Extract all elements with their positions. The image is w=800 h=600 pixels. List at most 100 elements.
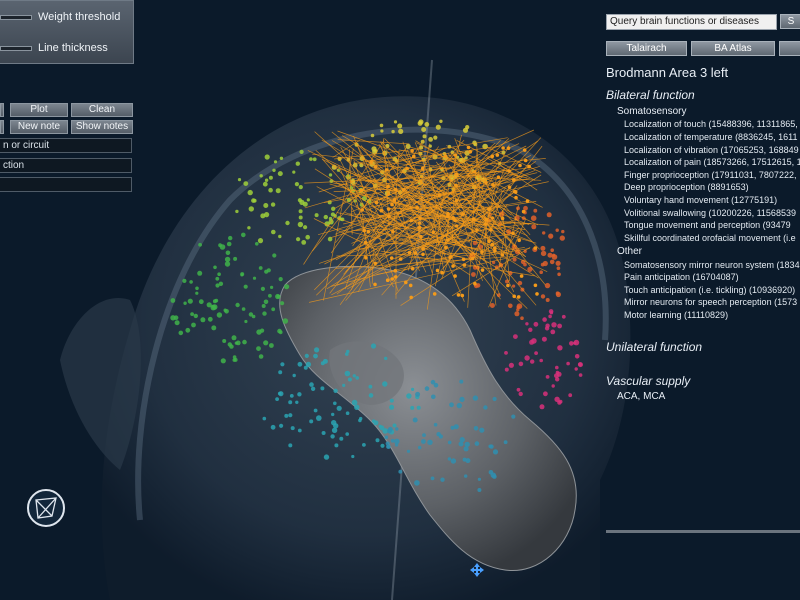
node-dot [213,265,217,270]
list-item[interactable]: Voluntary hand movement (12775191) [624,195,800,205]
node-dot [420,166,425,171]
node-dot [559,235,565,241]
weight-threshold-label: Weight threshold [38,11,121,23]
list-item[interactable]: Mirror neurons for speech perception (15… [624,297,800,307]
node-dot [446,238,450,242]
node-dot [262,311,267,316]
list-item[interactable]: Pain anticipation (16704087) [624,272,800,282]
node-dot [368,393,374,398]
node-dot [542,231,546,235]
node-dot [548,314,552,319]
node-dot [549,311,554,315]
list-item[interactable]: Localization of temperature (8836245, 16… [624,132,800,142]
node-dot [487,239,491,243]
node-dot [278,370,283,375]
slider-track[interactable] [0,14,32,20]
node-dot [277,171,283,177]
list-item[interactable]: Tongue movement and perception (93479 [624,220,800,230]
node-dot [272,253,277,258]
node-dot [386,192,391,196]
list-item[interactable]: Volitional swallowing (10200226, 1156853… [624,208,800,218]
slider-track[interactable] [0,45,32,51]
node-dot [370,133,375,138]
line-thickness-slider[interactable]: Line thickness [0,40,108,56]
app-logo-icon[interactable] [27,489,65,527]
node-dot [516,295,521,299]
node-dot [366,230,371,234]
third-input[interactable] [0,177,132,192]
node-dot [451,216,456,220]
new-note-button[interactable]: New note [10,120,68,134]
node-dot [320,361,325,366]
node-dot [506,146,511,150]
node-dot [415,391,421,397]
node-dot [541,336,547,342]
list-item[interactable]: Localization of vibration (17065253, 168… [624,145,800,155]
node-dot [298,215,303,220]
node-dot [242,339,247,345]
list-item[interactable]: Somatosensory mirror neuron system (1834 [624,260,800,270]
node-dot [252,276,257,280]
node-dot [508,362,514,368]
node-dot [303,365,308,370]
node-dot [397,123,403,129]
node-dot [379,123,384,128]
list-item[interactable]: Deep proprioception (8891653) [624,182,800,192]
node-dot [254,242,259,246]
node-dot [292,373,296,378]
weight-threshold-slider[interactable]: Weight threshold [0,9,120,25]
node-dot [471,217,476,221]
node-dot [282,318,289,324]
node-dot [280,301,285,306]
tab-talairach[interactable]: Talairach [606,41,687,56]
clean-button[interactable]: Clean [71,103,133,117]
list-item[interactable]: Localization of touch (15488396, 1131186… [624,119,800,129]
tab-ba-atlas[interactable]: BA Atlas [691,41,775,56]
function-input[interactable]: ction [0,158,132,173]
node-dot [522,148,527,152]
tab-partial[interactable] [779,41,800,56]
node-dot [462,263,467,267]
node-dot [393,275,398,279]
node-dot [489,303,495,308]
node-dot [345,411,350,416]
list-item[interactable]: Localization of pain (18573266, 17512615… [624,157,800,167]
list-item[interactable]: Motor learning (11110829) [624,310,800,320]
node-dot [415,205,420,210]
node-dot [535,292,539,296]
node-dot [259,174,263,178]
node-dot [422,134,427,139]
node-dot [284,413,289,418]
node-dot [391,230,395,234]
list-item[interactable]: Skillful coordinated orofacial movement … [624,233,800,243]
node-dot [248,206,254,212]
partial-button[interactable] [0,120,4,134]
list-item[interactable]: Finger proprioception (17911031, 7807222… [624,170,800,180]
list-item[interactable]: Touch anticipation (i.e. tickling) (1093… [624,285,800,295]
node-dot [464,441,470,448]
node-dot [328,173,333,177]
partial-button[interactable] [0,103,4,117]
node-dot [258,266,263,270]
node-dot [557,323,562,329]
node-dot [272,168,276,172]
search-button[interactable]: S [780,14,800,29]
node-dot [412,154,416,159]
node-dot [298,209,303,214]
show-notes-button[interactable]: Show notes [71,120,133,134]
node-dot [227,342,232,347]
circuit-input[interactable]: n or circuit [0,138,132,153]
node-dot [369,159,374,164]
node-dot [456,402,462,409]
plot-button[interactable]: Plot [10,103,68,117]
node-dot [453,153,458,157]
node-dot [360,208,365,212]
query-input[interactable]: Query brain functions or diseases [606,14,777,30]
node-dot [468,150,473,154]
node-dot [506,283,510,288]
node-dot [351,454,355,459]
bilateral-heading: Bilateral function [606,88,695,102]
node-dot [277,391,282,396]
node-dot [409,218,414,223]
node-dot [331,420,337,426]
